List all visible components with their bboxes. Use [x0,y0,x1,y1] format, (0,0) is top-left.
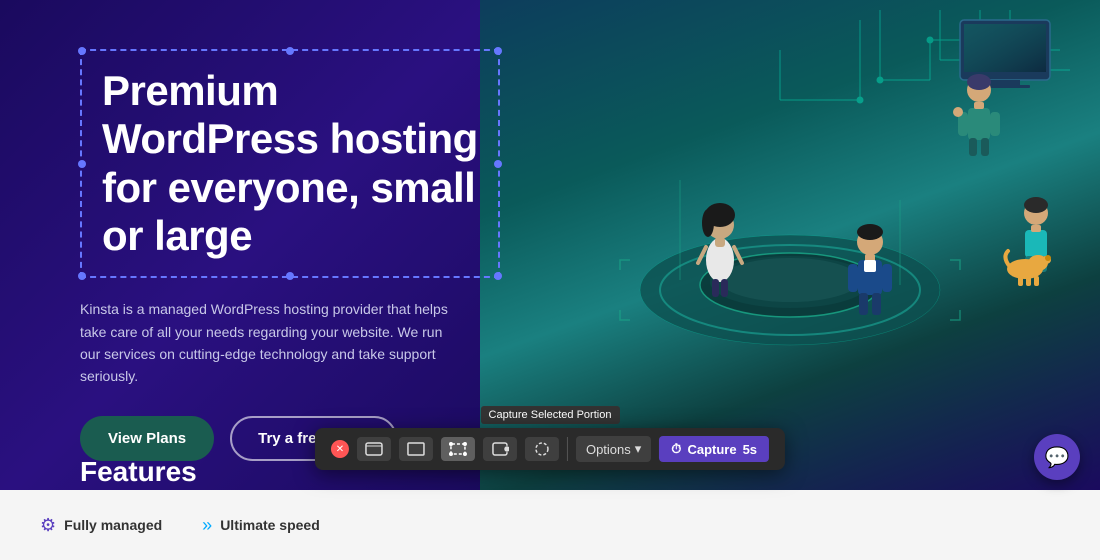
capture-button[interactable]: ⏱ Capture 5s [659,436,769,462]
feature-speed-label: Ultimate speed [220,517,320,533]
selection-handle-mr [494,160,502,168]
selection-box: Premium WordPress hosting for everyone, … [80,49,500,278]
toolbar-fullscreen-button[interactable] [399,437,433,461]
toolbar-close-button[interactable]: ✕ [331,440,349,458]
toolbar-options-button[interactable]: Options ▾ [576,436,651,462]
capture-selected-label: Capture Selected Portion [481,406,620,424]
toolbar-scroll-capture-button[interactable] [483,437,517,461]
feature-item-managed: ⚙ Fully managed [40,515,162,536]
speed-icon: » [202,515,212,536]
feature-managed-label: Fully managed [64,517,162,533]
selection-handle-tl [78,47,86,55]
selection-handle-ml [78,160,86,168]
capture-toolbar-wrapper: Capture Selected Portion ✕ [315,406,785,470]
feature-item-speed: » Ultimate speed [202,515,320,536]
page-wrapper: Premium WordPress hosting for everyone, … [0,0,1100,560]
features-section-title: Features [80,456,197,488]
toolbar-divider [567,437,568,461]
chat-bubble-button[interactable]: 💬 [1034,434,1080,480]
capture-toolbar: ✕ [315,428,785,470]
hero-description: Kinsta is a managed WordPress hosting pr… [80,298,460,388]
managed-icon: ⚙ [40,515,56,536]
selection-handle-tr [494,47,502,55]
toolbar-freeform-button[interactable] [525,437,559,461]
selection-handle-bl [78,272,86,280]
view-plans-button[interactable]: View Plans [80,416,214,461]
toolbar-window-mode-button[interactable] [357,437,391,461]
selection-handle-br [494,272,502,280]
toolbar-selection-button[interactable] [441,437,475,461]
bottom-bar: ⚙ Fully managed » Ultimate speed [0,490,1100,560]
hero-heading: Premium WordPress hosting for everyone, … [102,67,478,260]
